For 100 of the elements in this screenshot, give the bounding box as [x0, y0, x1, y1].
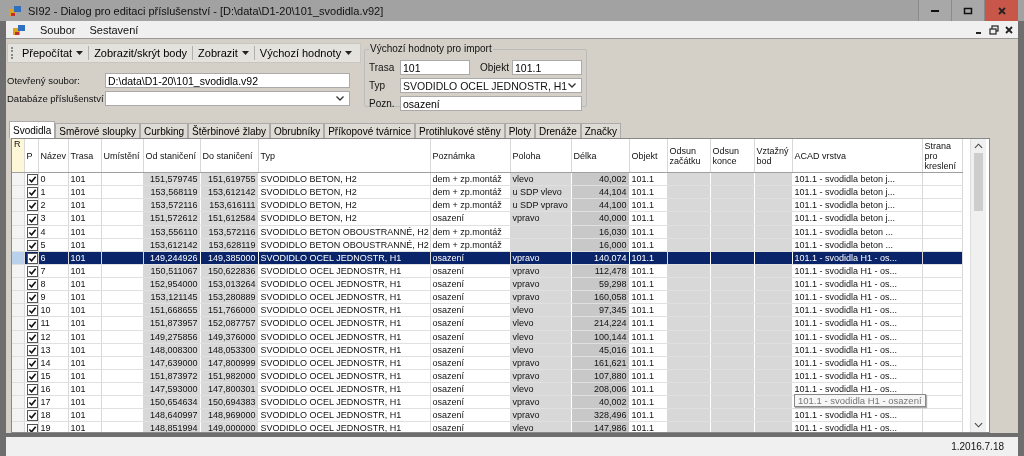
checkbox[interactable] — [26, 384, 37, 395]
table-cell: 101 — [70, 397, 86, 408]
table-cell: 101 — [70, 239, 86, 250]
toolbar-button[interactable]: Přepočítat — [18, 47, 88, 60]
tab[interactable]: Curbking — [140, 123, 189, 139]
column-header[interactable]: Odsun začátku — [667, 139, 710, 173]
table-cell: 101.1 - svodidla H1 - os... — [794, 371, 898, 381]
tab[interactable]: Obrubníky — [270, 123, 325, 139]
checkbox[interactable] — [26, 226, 37, 238]
tab[interactable]: Štěrbinové žlaby — [188, 123, 271, 139]
table-cell: SVODIDLO OCEL JEDNOSTR, H1 — [260, 344, 402, 355]
column-header[interactable]: Strana pro kreslení — [922, 139, 962, 173]
table-cell: dem + zp.montáž — [432, 187, 502, 198]
table-cell: 101.1 - svodidla H1 - os... — [794, 357, 898, 368]
scroll-up-icon[interactable] — [974, 143, 983, 150]
column-header[interactable]: Poznámka — [430, 139, 510, 173]
tab[interactable]: Značky — [580, 123, 621, 139]
column-header[interactable]: ACAD vrstva — [792, 139, 922, 173]
table-cell: 101 — [70, 357, 86, 368]
toolbar-button[interactable]: Zobrazit/skrýt body — [90, 47, 192, 60]
tab[interactable]: Drenáže — [534, 123, 581, 139]
checkbox[interactable] — [26, 252, 37, 264]
table-cell: 3 — [40, 213, 46, 224]
table-cell: 151,766000 — [207, 305, 256, 316]
scrollbar[interactable] — [970, 139, 986, 433]
checkbox[interactable] — [26, 200, 37, 211]
table-cell: 149,000000 — [207, 423, 256, 433]
table-cell: 149,275856 — [149, 331, 198, 342]
checkbox[interactable] — [26, 187, 37, 198]
table-cell: 151,612584 — [207, 213, 256, 224]
close-button[interactable] — [984, 0, 1018, 21]
column-header[interactable]: R — [12, 139, 24, 173]
checkbox[interactable] — [26, 174, 37, 185]
minimize-button[interactable] — [918, 0, 951, 21]
caret-icon — [345, 51, 353, 56]
checkbox[interactable] — [26, 331, 37, 343]
column-header[interactable]: Trasa — [68, 139, 101, 173]
table-cell: 101.1 — [631, 331, 655, 342]
column-header[interactable]: Umístění — [101, 139, 143, 173]
menu-item[interactable]: Soubor — [40, 23, 76, 36]
tab[interactable]: Ploty — [504, 123, 535, 139]
checkbox[interactable] — [26, 357, 37, 369]
table-cell: vlevo — [512, 331, 534, 342]
table-cell: 16,000 — [598, 239, 627, 250]
table-cell: 208,006 — [593, 384, 627, 395]
close-icon[interactable] — [1004, 24, 1014, 35]
column-header[interactable]: Odsun konce — [710, 139, 754, 173]
column-header[interactable]: Typ — [258, 139, 430, 173]
column-header[interactable]: Vztažný bod — [754, 139, 792, 173]
input-field[interactable]: 101.1 — [511, 60, 582, 76]
column-header[interactable]: Poloha — [510, 139, 571, 173]
table-cell: dem + zp.montáž — [432, 200, 502, 211]
checkbox[interactable] — [26, 423, 37, 433]
table-cell: 101.1 — [631, 266, 655, 276]
checkbox[interactable] — [26, 344, 37, 356]
toolbar-button[interactable]: Výchozí hodnoty — [255, 47, 357, 60]
column-header[interactable]: Objekt — [629, 139, 667, 173]
checkbox[interactable] — [26, 318, 37, 330]
table-cell: SVODIDLO OCEL JEDNOSTR, H1 — [260, 371, 402, 381]
tab[interactable]: Směrové sloupky — [55, 123, 141, 139]
table-cell: 101.1 - svodidla beton j... — [794, 174, 896, 185]
checkbox[interactable] — [26, 239, 37, 251]
window-title: SI92 - Dialog pro editaci příslušenství - [D:\data\D1-20\101_svodidla.v92] — [28, 4, 385, 17]
table-cell: 8 — [40, 279, 46, 290]
scroll-down-icon[interactable] — [974, 422, 983, 429]
restore-icon[interactable] — [989, 24, 999, 35]
input-field[interactable]: osazení — [400, 96, 582, 112]
column-header[interactable]: Od staničení — [143, 139, 200, 173]
checkbox[interactable] — [26, 213, 37, 225]
checkbox[interactable] — [26, 266, 37, 277]
table-cell: 161,621 — [593, 357, 627, 368]
input-field[interactable]: D:\data\D1-20\101_svodidla.v92 — [105, 73, 350, 89]
table-cell: 101 — [70, 200, 86, 211]
checkbox[interactable] — [26, 410, 37, 421]
combo-box[interactable]: SVODIDLO OCEL JEDNOSTR, H1 — [400, 78, 582, 94]
table-cell: 151,619755 — [207, 174, 256, 185]
checkbox[interactable] — [26, 292, 37, 303]
checkbox[interactable] — [26, 305, 37, 316]
tab[interactable]: Svodidla — [9, 121, 56, 139]
table-cell: 147,986 — [593, 423, 627, 433]
table-cell: 153,280889 — [207, 292, 256, 303]
scroll-thumb[interactable] — [974, 153, 983, 212]
table-cell: SVODIDLO OCEL JEDNOSTR, H1 — [260, 279, 402, 290]
tab[interactable]: Protihlukové stěny — [415, 123, 505, 139]
column-header[interactable]: Název — [38, 139, 68, 173]
checkbox[interactable] — [26, 397, 37, 408]
table-cell: 101.1 — [631, 410, 655, 421]
maximize-button[interactable] — [951, 0, 984, 21]
column-header[interactable]: Do staničení — [200, 139, 258, 173]
checkbox[interactable] — [26, 371, 37, 382]
checkbox[interactable] — [26, 279, 37, 290]
column-header[interactable]: Délka — [571, 139, 629, 173]
table-cell: 150,694383 — [207, 397, 256, 408]
tab[interactable]: Příkopové tvárnice — [324, 123, 415, 139]
table-cell: 153,612142 — [149, 239, 198, 250]
table-cell: 152,087757 — [207, 318, 256, 329]
table-cell: 151,579745 — [149, 174, 198, 185]
menu-item[interactable]: Sestavení — [89, 23, 139, 36]
toolbar-button[interactable]: Zobrazit — [194, 47, 253, 60]
input-field[interactable]: 101 — [400, 60, 471, 76]
